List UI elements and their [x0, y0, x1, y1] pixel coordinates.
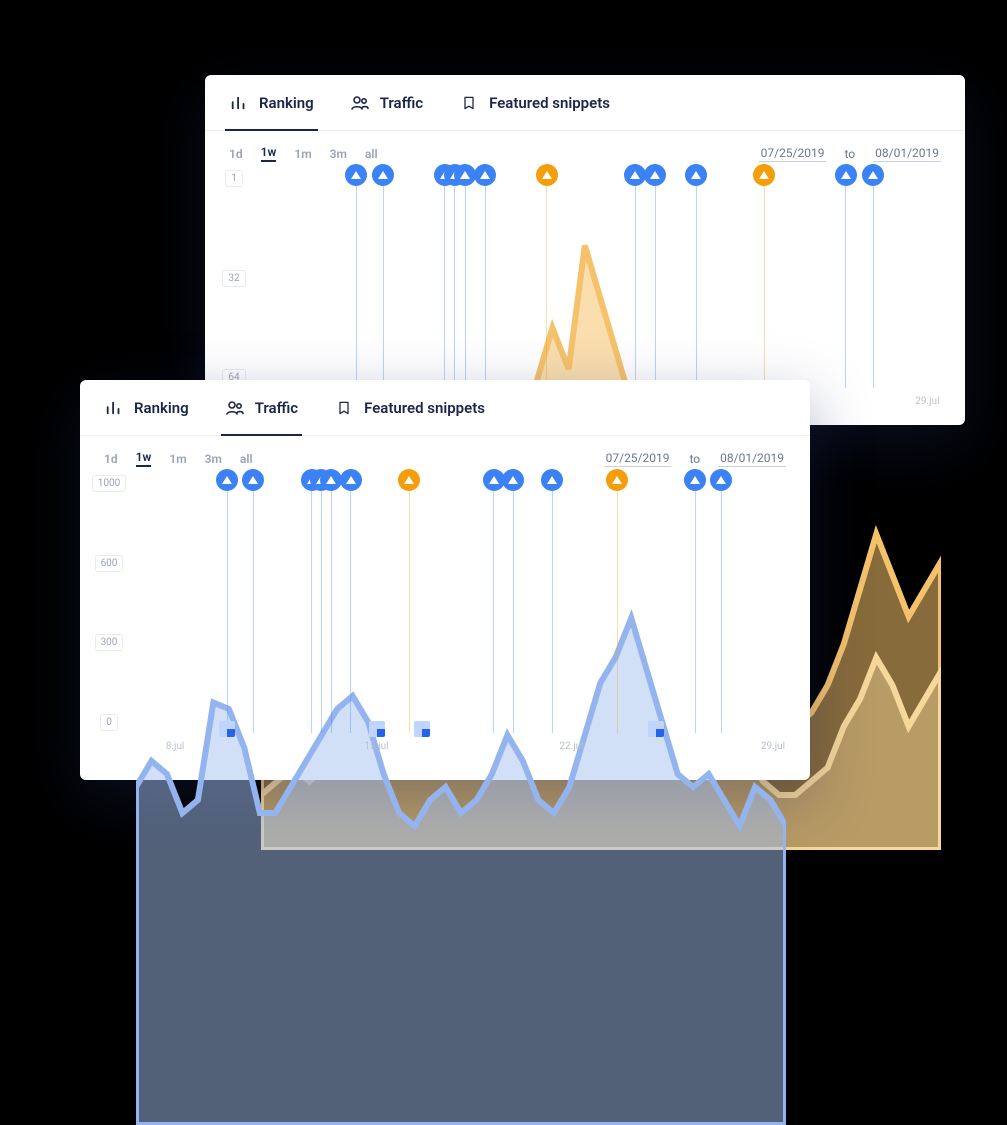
note-marker[interactable] [369, 721, 385, 737]
event-marker[interactable] [606, 469, 628, 491]
x-tick: 22.jul [559, 741, 583, 752]
x-axis-labels: 8.jul 15.jul 22.jul 29.jul [136, 741, 786, 761]
tab-label: Featured snippets [489, 94, 610, 112]
x-tick: 29.jul [915, 396, 939, 407]
bookmark-icon [459, 93, 479, 113]
date-from[interactable]: 07/25/2019 [604, 450, 672, 467]
bar-chart-icon [104, 398, 124, 418]
event-marker[interactable] [345, 164, 367, 186]
plot-area [136, 475, 786, 735]
event-marker[interactable] [835, 164, 857, 186]
event-marker[interactable] [372, 164, 394, 186]
tab-label: Traffic [255, 399, 298, 417]
y-tick: 1 [225, 170, 243, 187]
y-tick: 1000 [92, 475, 126, 492]
range-1d[interactable]: 1d [229, 147, 243, 161]
x-tick: 29.jul [761, 741, 785, 752]
users-icon [225, 398, 245, 418]
tab-ranking[interactable]: Ranking [104, 380, 189, 435]
traffic-chart: 1000 600 300 0 8.jul 15.jul 22.jul 29.jul [80, 475, 810, 771]
date-to[interactable]: 08/01/2019 [718, 450, 786, 467]
y-axis-labels: 1000 600 300 0 [90, 475, 128, 731]
controls-row: 1d 1w 1m 3m all 07/25/2019 to 08/01/2019 [80, 436, 810, 475]
y-tick: 300 [95, 634, 124, 651]
range-1m[interactable]: 1m [294, 147, 311, 161]
range-1d[interactable]: 1d [104, 452, 118, 466]
date-from[interactable]: 07/25/2019 [759, 145, 827, 162]
tab-ranking[interactable]: Ranking [229, 75, 314, 130]
tabs: Ranking Traffic Featured snippets [80, 380, 810, 436]
event-marker[interactable] [644, 164, 666, 186]
event-marker[interactable] [541, 469, 563, 491]
ranking-card: Ranking Traffic Featured snippets 1d 1w … [205, 75, 965, 425]
note-marker[interactable] [219, 721, 235, 737]
event-marker[interactable] [398, 469, 420, 491]
range-1w[interactable]: 1w [136, 450, 152, 467]
note-marker[interactable] [648, 721, 664, 737]
event-marker[interactable] [685, 164, 707, 186]
event-marker[interactable] [710, 469, 732, 491]
tab-traffic[interactable]: Traffic [350, 75, 423, 130]
tab-label: Ranking [134, 399, 189, 417]
range-3m[interactable]: 3m [205, 452, 222, 466]
traffic-card: Ranking Traffic Featured snippets 1d 1w … [80, 380, 810, 780]
range-all[interactable]: all [365, 147, 378, 161]
bookmark-icon [334, 398, 354, 418]
date-sep: to [844, 147, 855, 161]
range-all[interactable]: all [240, 452, 253, 466]
range-1m[interactable]: 1m [169, 452, 186, 466]
x-tick: 8.jul [166, 741, 185, 752]
event-marker[interactable] [502, 469, 524, 491]
range-1w[interactable]: 1w [261, 145, 277, 162]
y-axis-labels: 13264 [215, 170, 253, 386]
tab-featured[interactable]: Featured snippets [334, 380, 485, 435]
y-tick: 32 [222, 270, 245, 287]
bar-chart-icon [229, 93, 249, 113]
date-to[interactable]: 08/01/2019 [873, 145, 941, 162]
event-marker[interactable] [454, 164, 476, 186]
tab-label: Traffic [380, 94, 423, 112]
event-marker[interactable] [242, 469, 264, 491]
tab-label: Ranking [259, 94, 314, 112]
users-icon [350, 93, 370, 113]
y-tick: 600 [95, 555, 124, 572]
plot-area [261, 170, 941, 390]
range-3m[interactable]: 3m [330, 147, 347, 161]
event-marker[interactable] [340, 469, 362, 491]
event-marker[interactable] [216, 469, 238, 491]
tab-featured[interactable]: Featured snippets [459, 75, 610, 130]
y-tick: 0 [100, 714, 118, 731]
event-marker[interactable] [862, 164, 884, 186]
event-marker[interactable] [624, 164, 646, 186]
controls-row: 1d 1w 1m 3m all 07/25/2019 to 08/01/2019 [205, 131, 965, 170]
tabs: Ranking Traffic Featured snippets [205, 75, 965, 131]
event-marker[interactable] [536, 164, 558, 186]
event-marker[interactable] [753, 164, 775, 186]
x-tick: 15.jul [364, 741, 388, 752]
note-marker[interactable] [414, 721, 430, 737]
tab-label: Featured snippets [364, 399, 485, 417]
date-sep: to [689, 452, 700, 466]
event-marker[interactable] [684, 469, 706, 491]
event-marker[interactable] [474, 164, 496, 186]
tab-traffic[interactable]: Traffic [225, 380, 298, 435]
